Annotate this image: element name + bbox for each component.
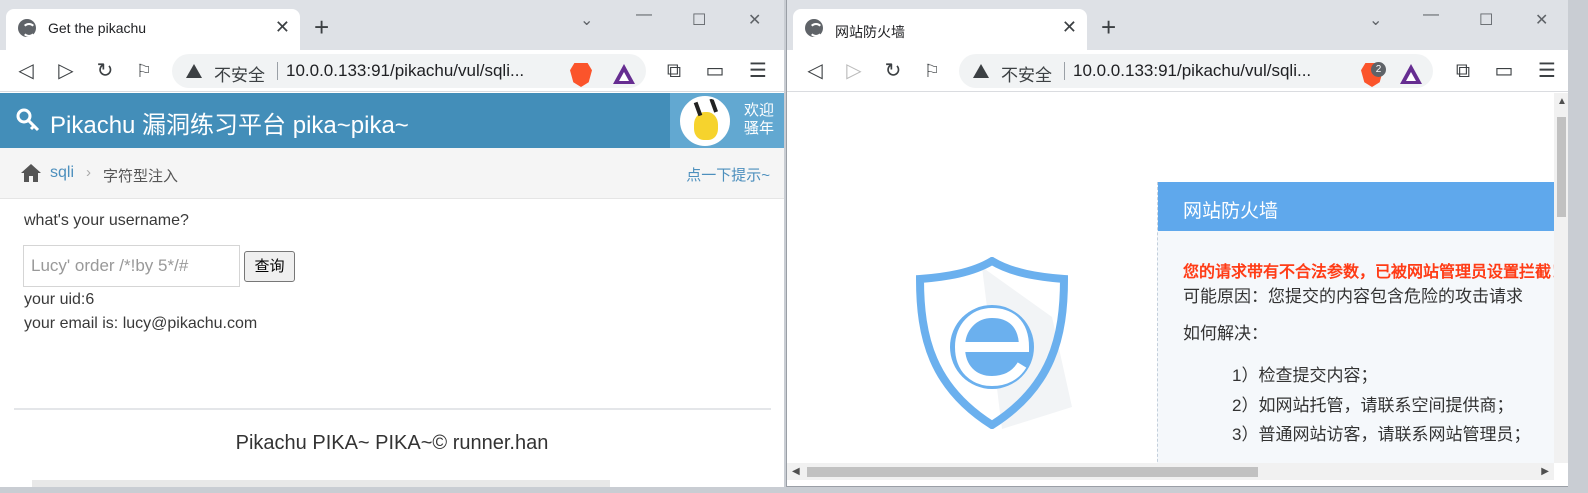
tab-strip: Get the pikachu ✕ + ⌄ — ☐ ✕ bbox=[0, 0, 784, 50]
site-title: Pikachu 漏洞练习平台 pika~pika~ bbox=[50, 112, 409, 139]
address-bar[interactable]: 不安全 10.0.0.133:91/pikachu/vul/sqli... bbox=[172, 54, 646, 88]
firewall-reason: 可能原因：您提交的内容包含危险的攻击请求 bbox=[1183, 287, 1523, 306]
hint-link[interactable]: 点一下提示~ bbox=[686, 164, 770, 185]
user-menu[interactable]: 欢迎骚年 bbox=[670, 93, 784, 148]
key-icon bbox=[16, 108, 40, 132]
scroll-left-arrow-icon[interactable]: ◀ bbox=[792, 466, 800, 477]
omnibox-separator bbox=[277, 62, 278, 80]
result-uid: your uid:6 bbox=[24, 291, 95, 308]
page-footer: Pikachu PIKA~ PIKA~© runner.han bbox=[235, 432, 549, 454]
browser-toolbar: ◁ ▷ ↻ ⚐ 不安全 10.0.0.133:91/pikachu/vul/sq… bbox=[0, 50, 784, 92]
footer-divider bbox=[14, 408, 771, 410]
username-input[interactable]: Lucy' order /*!by 5*/# bbox=[23, 245, 240, 287]
right-browser-window: 网站防火墙 ✕ + ⌄ — ☐ ✕ ◁ ▷ ↻ ⚐ 不安全 10.0.0.133… bbox=[786, 0, 1568, 487]
tab-strip: 网站防火墙 ✕ + ⌄ — ☐ ✕ bbox=[787, 0, 1568, 50]
menu-icon[interactable]: ☰ bbox=[746, 59, 770, 83]
globe-icon bbox=[18, 19, 36, 37]
firewall-panel-header: 网站防火墙 bbox=[1158, 182, 1555, 231]
brave-rewards-icon[interactable] bbox=[613, 64, 635, 84]
vertical-scroll-thumb[interactable] bbox=[1557, 117, 1566, 217]
firewall-shield-logo bbox=[915, 257, 1072, 429]
breadcrumb-sqli-link[interactable]: sqli bbox=[50, 164, 74, 182]
close-window-button[interactable]: ✕ bbox=[1535, 10, 1548, 30]
bookmark-icon[interactable]: ⚐ bbox=[132, 59, 156, 83]
url-text: 10.0.0.133:91/pikachu/vul/sqli... bbox=[1073, 61, 1312, 80]
insecure-label: 不安全 bbox=[1001, 66, 1052, 85]
omnibox-separator bbox=[1064, 62, 1065, 80]
tab-search-chevron-icon[interactable]: ⌄ bbox=[1369, 10, 1382, 30]
warning-icon bbox=[973, 64, 989, 78]
wallet-icon[interactable]: ▭ bbox=[1492, 59, 1516, 83]
close-tab-icon[interactable]: ✕ bbox=[275, 18, 290, 36]
forward-icon[interactable]: ▷ bbox=[54, 59, 78, 83]
tab-title: 网站防火墙 bbox=[835, 24, 905, 40]
extensions-icon[interactable]: ⧉ bbox=[662, 59, 686, 83]
tab-title: Get the pikachu bbox=[48, 20, 147, 36]
extensions-icon[interactable]: ⧉ bbox=[1451, 59, 1475, 83]
breadcrumb-separator: › bbox=[86, 164, 91, 181]
brave-rewards-icon[interactable] bbox=[1400, 64, 1422, 84]
address-bar[interactable]: 不安全 10.0.0.133:91/pikachu/vul/sqli... 2 bbox=[959, 54, 1433, 88]
new-tab-button[interactable]: + bbox=[1101, 14, 1116, 40]
close-window-button[interactable]: ✕ bbox=[748, 10, 761, 30]
forward-icon: ▷ bbox=[846, 60, 862, 82]
maximize-button[interactable]: ☐ bbox=[1479, 10, 1493, 30]
browser-toolbar: ◁ ▷ ↻ ⚐ 不安全 10.0.0.133:91/pikachu/vul/sq… bbox=[787, 50, 1568, 92]
firewall-panel: 网站防火墙 您的请求带有不合法参数，已被网站管理员设置拦截！ 可能原因：您提交的… bbox=[1157, 182, 1555, 463]
firewall-step-2: 2）如网站托管，请联系空间提供商； bbox=[1232, 396, 1514, 415]
left-browser-window: Get the pikachu ✕ + ⌄ — ☐ ✕ ◁ ▷ ↻ ⚐ 不安全 … bbox=[0, 0, 784, 487]
horizontal-scroll-thumb[interactable] bbox=[807, 467, 1258, 477]
brave-shields-icon[interactable] bbox=[570, 63, 592, 87]
warning-icon bbox=[186, 64, 202, 78]
url-text: 10.0.0.133:91/pikachu/vul/sqli... bbox=[286, 61, 525, 80]
vertical-scrollbar[interactable]: ▲ bbox=[1554, 93, 1568, 463]
close-tab-icon[interactable]: ✕ bbox=[1062, 18, 1077, 36]
pikachu-header: Pikachu 漏洞练习平台 pika~pika~ 欢迎骚年 bbox=[0, 93, 784, 148]
insecure-label: 不安全 bbox=[214, 66, 265, 85]
result-email: your email is: lucy@pikachu.com bbox=[24, 315, 258, 332]
home-icon[interactable] bbox=[21, 164, 41, 182]
menu-icon[interactable]: ☰ bbox=[1535, 59, 1559, 83]
query-button[interactable]: 查询 bbox=[244, 251, 295, 282]
firewall-page: 网站防火墙 您的请求带有不合法参数，已被网站管理员设置拦截！ 可能原因：您提交的… bbox=[787, 93, 1555, 463]
firewall-step-3: 3）普通网站访客，请联系网站管理员； bbox=[1232, 425, 1531, 444]
minimize-button[interactable]: — bbox=[636, 6, 652, 24]
reload-icon[interactable]: ↻ bbox=[93, 59, 117, 83]
horizontal-scrollbar[interactable]: ◀ ▶ bbox=[787, 463, 1554, 480]
firewall-how-to: 如何解决： bbox=[1183, 324, 1268, 343]
firewall-step-1: 1）检查提交内容； bbox=[1232, 366, 1378, 385]
bookmark-icon[interactable]: ⚐ bbox=[920, 59, 944, 83]
new-tab-button[interactable]: + bbox=[314, 14, 329, 40]
minimize-button[interactable]: — bbox=[1423, 6, 1439, 24]
breadcrumb-current: 字符型注入 bbox=[103, 168, 179, 185]
pikachu-avatar bbox=[680, 96, 730, 146]
tab-search-chevron-icon[interactable]: ⌄ bbox=[580, 10, 593, 30]
tab-pikachu[interactable]: Get the pikachu ✕ bbox=[6, 9, 300, 50]
globe-icon bbox=[805, 19, 823, 37]
wallet-icon[interactable]: ▭ bbox=[703, 59, 727, 83]
reload-icon[interactable]: ↻ bbox=[881, 59, 905, 83]
firewall-warning: 您的请求带有不合法参数，已被网站管理员设置拦截！ bbox=[1183, 264, 1555, 281]
scroll-up-arrow-icon[interactable]: ▲ bbox=[1557, 96, 1567, 107]
scroll-right-arrow-icon[interactable]: ▶ bbox=[1541, 466, 1549, 477]
firewall-panel-title: 网站防火墙 bbox=[1183, 201, 1279, 222]
maximize-button[interactable]: ☐ bbox=[692, 10, 706, 30]
tab-firewall[interactable]: 网站防火墙 ✕ bbox=[793, 9, 1087, 50]
breadcrumb: sqli › 字符型注入 点一下提示~ bbox=[0, 148, 784, 199]
shields-count-badge: 2 bbox=[1371, 62, 1386, 77]
back-icon[interactable]: ◁ bbox=[803, 59, 827, 83]
username-prompt: what's your username? bbox=[24, 212, 189, 229]
back-icon[interactable]: ◁ bbox=[14, 59, 38, 83]
background-window-sliver bbox=[32, 480, 610, 487]
welcome-text: 欢迎骚年 bbox=[744, 102, 775, 137]
